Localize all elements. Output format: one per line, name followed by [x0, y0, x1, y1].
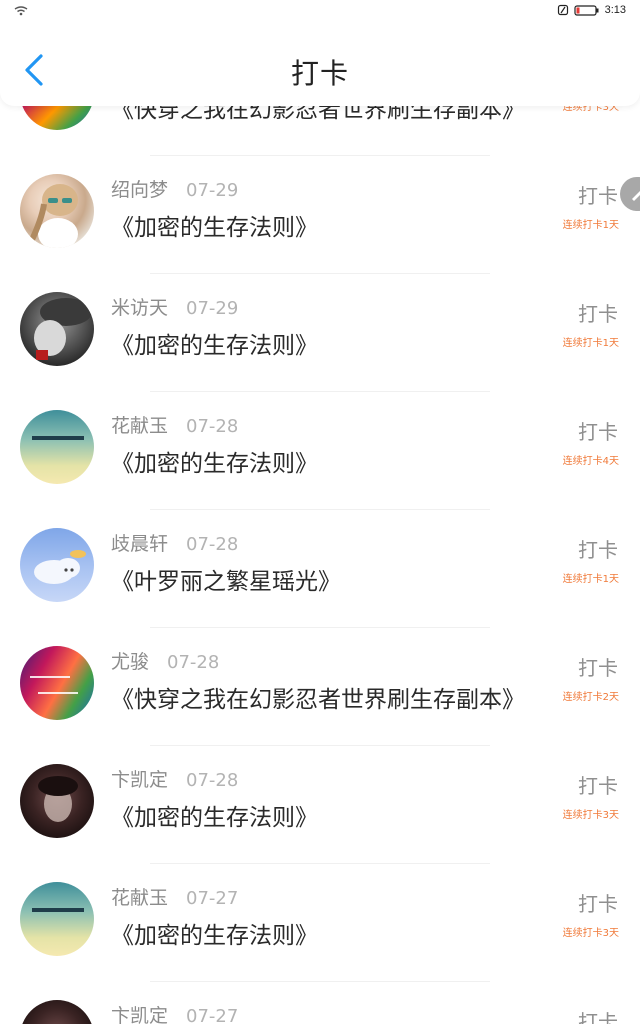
streak-label: 连续打卡1天: [562, 338, 619, 349]
avatar-art: [32, 436, 84, 440]
checkin-label: 打卡: [578, 538, 618, 562]
nfc-icon: [557, 4, 568, 16]
name-line: 绍向梦 07-29: [111, 175, 238, 202]
name-line: 米访天 07-29: [111, 293, 238, 320]
streak-label: 连续打卡3天: [562, 928, 619, 939]
user-name[interactable]: 歧晨轩: [111, 529, 168, 556]
book-title[interactable]: 《加密的生存法则》: [111, 444, 318, 478]
name-line: 卞凯定 07-27: [111, 1001, 238, 1024]
name-line: 尤骏 07-28: [111, 647, 219, 674]
checkin-label: 打卡: [578, 184, 618, 208]
checkin-date: 07-29: [186, 180, 239, 201]
battery-icon: [573, 4, 599, 16]
streak-label: 连续打卡1天: [562, 574, 619, 585]
avatar-art: [27, 184, 78, 248]
book-title[interactable]: 《加密的生存法则》: [111, 798, 318, 832]
avatar-art: [32, 908, 84, 912]
user-name[interactable]: 尤骏: [111, 647, 149, 674]
status-bar: 3:13: [0, 0, 640, 24]
checkin-label: 打卡: [578, 892, 618, 916]
checkin-date: 07-27: [186, 888, 239, 909]
avatar-art: [34, 550, 86, 584]
checkin-date: 07-28: [167, 652, 220, 673]
book-title[interactable]: 《叶罗丽之繁星瑶光》: [111, 562, 341, 596]
user-name[interactable]: 花献玉: [111, 411, 168, 438]
avatar: [20, 764, 94, 838]
streak-label: 连续打卡1天: [562, 220, 619, 231]
list-item[interactable]: 卞凯定 07-28 《加密的生存法则》 打卡 连续打卡3天: [0, 746, 640, 864]
name-line: 花献玉 07-27: [111, 883, 238, 910]
avatar: [20, 882, 94, 956]
avatar-art: [34, 298, 92, 360]
avatar: [20, 292, 94, 366]
book-title[interactable]: 《加密的生存法则》: [111, 916, 318, 950]
checkin-label: 打卡: [578, 774, 618, 798]
status-right: 3:13: [557, 4, 626, 16]
checkin-date: 07-28: [186, 534, 239, 555]
avatar: [20, 528, 94, 602]
checkin-date: 07-27: [186, 1006, 239, 1024]
avatar: [20, 410, 94, 484]
list-item[interactable]: 歧晨轩 07-28 《叶罗丽之繁星瑶光》 打卡 连续打卡1天: [0, 510, 640, 628]
user-name[interactable]: 绍向梦: [111, 175, 168, 202]
user-name[interactable]: 卞凯定: [111, 765, 168, 792]
list-item[interactable]: 花献玉 07-28 《加密的生存法则》 打卡 连续打卡4天: [0, 392, 640, 510]
book-title[interactable]: 《快穿之我在幻影忍者世界刷生存副本》: [111, 680, 525, 714]
avatar: [20, 174, 94, 248]
streak-label: 连续打卡3天: [562, 810, 619, 821]
book-title[interactable]: 《加密的生存法则》: [111, 208, 318, 242]
avatar: [20, 1000, 94, 1024]
user-name[interactable]: 米访天: [111, 293, 168, 320]
page-title: 打卡: [290, 57, 349, 90]
name-line: 歧晨轩 07-28: [111, 529, 238, 556]
avatar-art: [38, 776, 78, 822]
status-time: 3:13: [604, 4, 626, 16]
name-line: 花献玉 07-28: [111, 411, 238, 438]
list-item[interactable]: 花献玉 07-27 《加密的生存法则》 打卡 连续打卡3天: [0, 864, 640, 982]
pencil-icon: [632, 191, 640, 201]
book-title[interactable]: 《加密的生存法则》: [111, 326, 318, 360]
checkin-label: 打卡: [578, 1010, 618, 1024]
checkin-date: 07-29: [186, 298, 239, 319]
streak-label: 连续打卡2天: [562, 692, 619, 703]
checkin-date: 07-28: [186, 416, 239, 437]
user-name[interactable]: 花献玉: [111, 883, 168, 910]
name-line: 卞凯定 07-28: [111, 765, 238, 792]
list-item[interactable]: 米访天 07-29 《加密的生存法则》 打卡 连续打卡1天: [0, 274, 640, 392]
list-item[interactable]: 尤骏 07-28 《快穿之我在幻影忍者世界刷生存副本》 打卡 连续打卡2天: [0, 628, 640, 746]
avatar: [20, 646, 94, 720]
list-item[interactable]: 绍向梦 07-29 《加密的生存法则》 打卡 连续打卡1天: [0, 156, 640, 274]
checkin-label: 打卡: [578, 420, 618, 444]
wifi-icon: [14, 6, 28, 16]
avatar-art: [30, 676, 78, 694]
checkin-date: 07-28: [186, 770, 239, 791]
streak-label: 连续打卡4天: [562, 456, 619, 467]
header: 打卡: [0, 24, 640, 106]
list-item[interactable]: 卞凯定 07-27 打卡: [0, 982, 640, 1024]
user-name[interactable]: 卞凯定: [111, 1001, 168, 1024]
checkin-label: 打卡: [578, 656, 618, 680]
checkin-label: 打卡: [578, 302, 618, 326]
